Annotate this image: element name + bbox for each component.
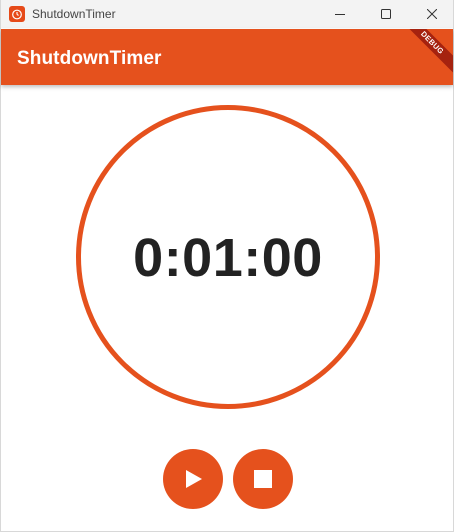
- play-icon: [186, 470, 202, 488]
- maximize-icon: [381, 9, 391, 19]
- alarm-clock-icon: [9, 6, 25, 22]
- window-title: ShutdownTimer: [32, 7, 116, 21]
- minimize-button[interactable]: [317, 0, 363, 28]
- close-icon: [427, 9, 437, 19]
- maximize-button[interactable]: [363, 0, 409, 28]
- timer-display: 0:01:00: [133, 228, 323, 288]
- debug-banner: DEBUG: [399, 29, 453, 76]
- minimize-icon: [335, 14, 345, 15]
- app-window: ShutdownTimer ShutdownTimer DEBUG 0:01:0…: [0, 0, 454, 532]
- play-button[interactable]: [163, 449, 223, 509]
- app-bar-title: ShutdownTimer: [17, 48, 162, 69]
- title-bar[interactable]: ShutdownTimer: [1, 0, 453, 28]
- stop-button[interactable]: [233, 449, 293, 509]
- stop-icon: [254, 470, 272, 488]
- timer-ring: 0:01:00: [76, 105, 380, 409]
- close-button[interactable]: [409, 0, 454, 28]
- app-bar: ShutdownTimer DEBUG: [1, 29, 453, 85]
